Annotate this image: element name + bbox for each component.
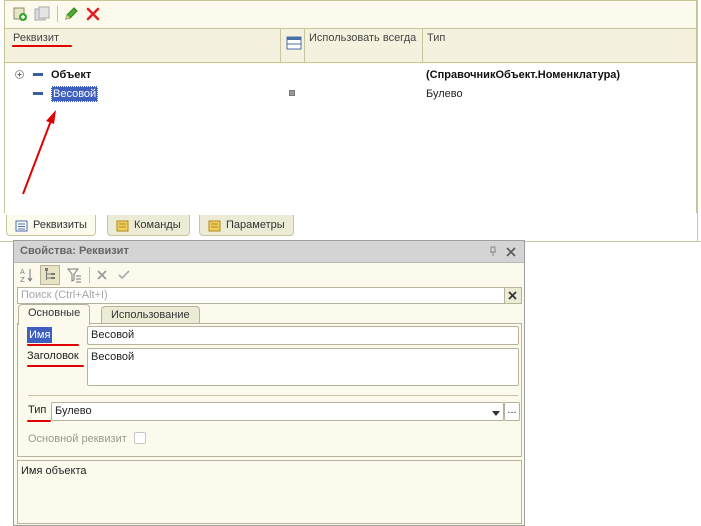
row-type: (СправочникОбъект.Номенклатура) [426, 69, 621, 81]
expand-icon[interactable] [15, 70, 24, 79]
properties-window: Свойства: Реквизит AZ Поиск (Ctrl+Alt+I) [13, 240, 525, 526]
tab-general[interactable]: Основные [18, 304, 91, 325]
type-choose-button[interactable]: ... [504, 402, 520, 421]
table-icon [286, 36, 302, 50]
attributes-toolbar [5, 1, 696, 27]
toolbar-divider [89, 267, 90, 283]
tab-commands[interactable]: Команды [107, 215, 190, 236]
column-separator[interactable] [280, 29, 281, 63]
attribute-icon [33, 92, 43, 95]
pin-icon[interactable] [489, 246, 497, 257]
search-input[interactable]: Поиск (Ctrl+Alt+I) [17, 287, 522, 304]
annotation-underline [27, 420, 51, 422]
main-attribute-label: Основной реквизит [28, 433, 127, 445]
attributes-panel: Реквизит Использовать всегда Тип Объект … [4, 0, 697, 213]
grid-header: Реквизит Использовать всегда Тип [5, 28, 696, 63]
row-name[interactable]: Весовой [51, 86, 99, 102]
row-type: Булево [426, 88, 463, 100]
form-divider [28, 395, 518, 396]
caption-label: Заголовок [27, 350, 79, 362]
description-panel: Имя объекта [17, 460, 522, 524]
bottom-tabs: Реквизиты Команды Параметры [4, 213, 697, 237]
categorized-view-icon[interactable] [40, 265, 60, 285]
delete-icon[interactable] [85, 6, 101, 22]
name-label: Имя [27, 327, 53, 343]
column-header-type[interactable]: Тип [423, 29, 693, 63]
search-placeholder: Поиск (Ctrl+Alt+I) [21, 289, 108, 301]
column-header-icon-cell[interactable] [282, 29, 304, 63]
properties-titlebar[interactable]: Свойства: Реквизит [14, 241, 524, 263]
row-name: Объект [51, 69, 92, 81]
panel-border [697, 0, 698, 241]
description-text: Имя объекта [21, 465, 87, 477]
commands-tab-icon [116, 219, 129, 232]
use-always-checkbox[interactable] [289, 90, 295, 96]
chevron-down-icon[interactable] [492, 408, 500, 416]
svg-text:A: A [20, 268, 25, 276]
filter-icon[interactable] [66, 266, 82, 284]
close-icon[interactable] [505, 246, 517, 258]
tab-parameters[interactable]: Параметры [199, 215, 294, 236]
annotation-underline [12, 45, 72, 47]
add-icon[interactable] [12, 6, 28, 22]
properties-title: Свойства: Реквизит [20, 245, 129, 257]
type-label: Тип [28, 404, 47, 416]
caption-field[interactable]: Весовой [87, 348, 519, 386]
table-row[interactable]: Объект (СправочникОбъект.Номенклатура) [5, 66, 696, 84]
add-nested-icon[interactable] [34, 6, 50, 22]
svg-text:Z: Z [20, 276, 25, 283]
type-select[interactable]: Булево [51, 402, 504, 421]
properties-form: Имя Весовой Заголовок Весовой Тип Булево… [17, 323, 522, 457]
type-value: Булево [55, 405, 92, 417]
attribute-icon [33, 73, 43, 76]
tab-attributes[interactable]: Реквизиты [6, 215, 96, 236]
search-clear-icon[interactable] [504, 288, 521, 303]
column-header-use-always[interactable]: Использовать всегда [305, 29, 421, 63]
attributes-grid: Объект (СправочникОбъект.Номенклатура) В… [5, 64, 696, 213]
tab-usage[interactable]: Использование [101, 306, 200, 324]
clear-icon[interactable] [96, 269, 108, 281]
properties-toolbar: AZ [14, 264, 524, 286]
table-row[interactable]: Весовой Булево [5, 85, 696, 103]
name-field[interactable]: Весовой [87, 326, 519, 345]
sort-alphabetical-icon[interactable]: AZ [20, 267, 34, 284]
attributes-tab-icon [15, 219, 28, 232]
main-attribute-checkbox[interactable] [134, 432, 146, 444]
annotation-arrow [22, 110, 56, 195]
checkmark-icon[interactable] [118, 269, 130, 281]
annotation-underline [27, 365, 84, 367]
toolbar-divider [57, 6, 58, 22]
annotation-underline [27, 344, 79, 346]
parameters-tab-icon [208, 219, 221, 232]
edit-icon[interactable] [63, 6, 79, 22]
